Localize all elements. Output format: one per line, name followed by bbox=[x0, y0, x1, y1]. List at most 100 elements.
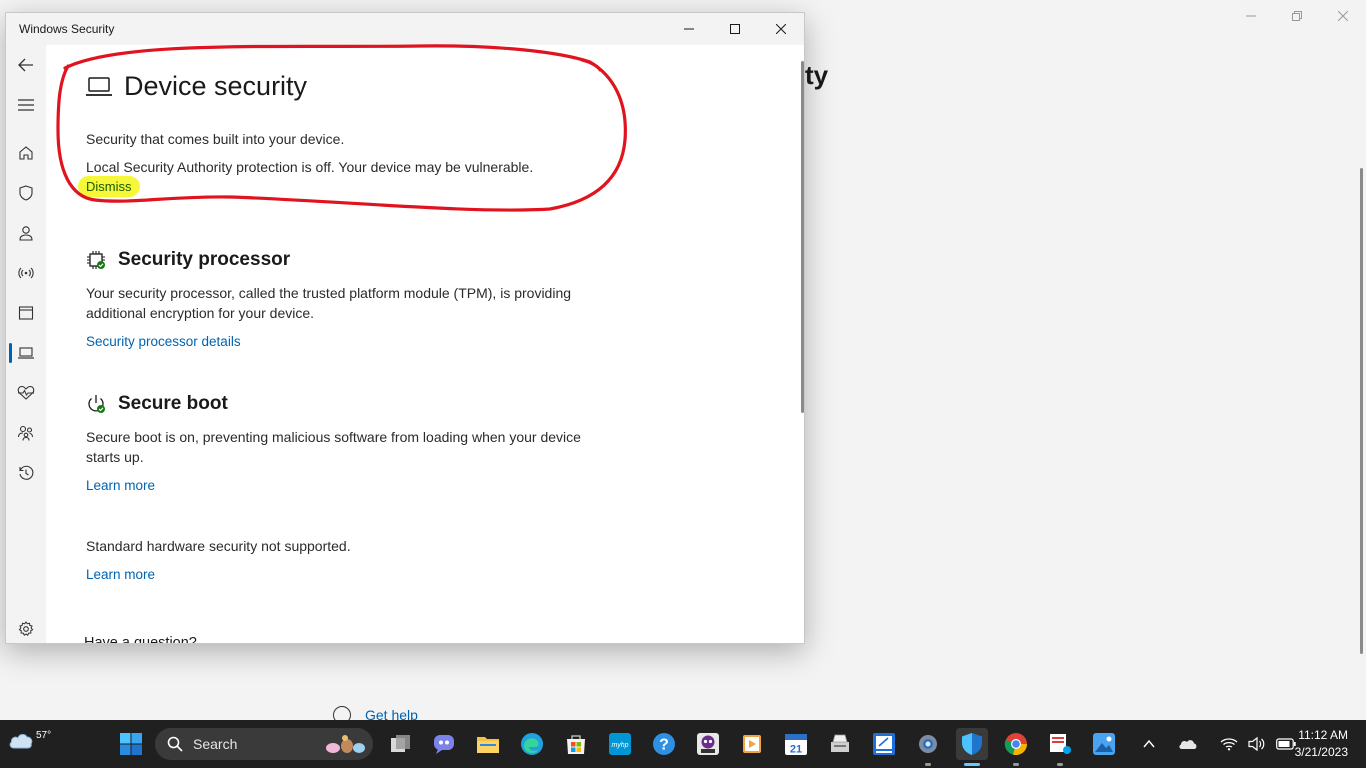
title-bar: Windows Security bbox=[6, 13, 804, 45]
weather-widget[interactable]: 57° bbox=[8, 728, 51, 752]
hardware-security-note: Standard hardware security not supported… bbox=[86, 538, 351, 554]
pen-board-icon bbox=[873, 733, 895, 755]
calendar-app[interactable]: 21 bbox=[780, 728, 812, 760]
secure-boot-description: Secure boot is on, preventing malicious … bbox=[86, 429, 581, 465]
windows-logo-icon bbox=[120, 733, 142, 755]
search-label: Search bbox=[193, 736, 238, 752]
sidebar-item-device-performance[interactable] bbox=[6, 373, 46, 413]
minimize-button[interactable] bbox=[666, 13, 712, 45]
close-icon bbox=[776, 24, 786, 34]
have-a-question-heading: Have a question? bbox=[84, 635, 197, 644]
mp3tag-app[interactable] bbox=[692, 728, 724, 760]
folder-icon bbox=[477, 737, 499, 753]
history-icon bbox=[19, 465, 34, 480]
sidebar-item-app-browser-control[interactable] bbox=[6, 293, 46, 333]
sidebar-item-firewall[interactable] bbox=[6, 253, 46, 293]
running-indicator bbox=[1057, 763, 1063, 766]
chrome-app[interactable] bbox=[1000, 728, 1032, 766]
sidebar-item-virus-protection[interactable] bbox=[6, 173, 46, 213]
window-scrollbar[interactable] bbox=[801, 61, 804, 413]
laptop-icon bbox=[18, 347, 34, 359]
onedrive-cloud-icon[interactable] bbox=[1178, 737, 1198, 751]
page-subtitle: Security that comes built into your devi… bbox=[86, 131, 345, 147]
window-title: Windows Security bbox=[19, 22, 115, 36]
page-header: Device security bbox=[86, 71, 307, 102]
secure-boot-title: Secure boot bbox=[118, 393, 228, 414]
cloud-icon bbox=[9, 734, 33, 749]
volume-icon[interactable] bbox=[1248, 736, 1266, 752]
minimize-icon bbox=[684, 28, 694, 30]
security-processor-details-link[interactable]: Security processor details bbox=[86, 334, 241, 349]
running-indicator bbox=[1013, 763, 1019, 766]
task-view-icon bbox=[391, 735, 410, 752]
active-indicator bbox=[964, 763, 980, 766]
clock[interactable]: 11:12 AM 3/21/2023 bbox=[1295, 727, 1348, 761]
dismiss-link[interactable]: Dismiss bbox=[78, 176, 140, 197]
hardware-learn-more-link[interactable]: Learn more bbox=[86, 567, 155, 582]
snipping-tool-app[interactable] bbox=[868, 728, 900, 760]
search-highlight-icon bbox=[326, 735, 365, 753]
sidebar-item-home[interactable] bbox=[6, 133, 46, 173]
security-processor-header: Security processor bbox=[86, 249, 290, 271]
hp-smart-app[interactable] bbox=[1044, 728, 1076, 766]
wifi-icon[interactable] bbox=[1220, 737, 1238, 751]
chip-check-icon bbox=[87, 251, 105, 269]
sidebar-item-family-options[interactable] bbox=[6, 413, 46, 453]
start-button[interactable] bbox=[115, 728, 147, 760]
microsoft-store-app[interactable] bbox=[560, 728, 592, 760]
maximize-button[interactable] bbox=[712, 13, 758, 45]
calendar-day: 21 bbox=[790, 744, 802, 756]
fax-app[interactable] bbox=[824, 728, 856, 760]
running-indicator bbox=[925, 763, 931, 766]
background-scrollbar[interactable] bbox=[1360, 168, 1363, 654]
settings-app[interactable] bbox=[912, 728, 944, 766]
browser-window-icon bbox=[18, 306, 34, 320]
background-page-title: ty bbox=[805, 60, 829, 90]
background-window-controls bbox=[1228, 0, 1366, 32]
sidebar-item-settings[interactable] bbox=[6, 609, 46, 643]
security-processor-title: Security processor bbox=[118, 249, 291, 270]
sidebar-item-account-protection[interactable] bbox=[6, 213, 46, 253]
sidebar bbox=[6, 45, 46, 643]
back-button[interactable] bbox=[6, 45, 46, 85]
photos-app[interactable] bbox=[1088, 728, 1120, 760]
bg-close-button[interactable] bbox=[1320, 0, 1366, 32]
sidebar-item-protection-history[interactable] bbox=[6, 453, 46, 493]
calendar-icon: 21 bbox=[785, 734, 807, 756]
search-icon bbox=[167, 736, 183, 752]
task-view-button[interactable] bbox=[385, 728, 417, 760]
edge-icon bbox=[521, 733, 543, 755]
file-explorer-app[interactable] bbox=[472, 728, 504, 760]
sidebar-item-device-security[interactable] bbox=[6, 333, 46, 373]
window-controls bbox=[666, 13, 804, 45]
secure-boot-learn-more-link[interactable]: Learn more bbox=[86, 478, 155, 493]
chat-icon bbox=[434, 735, 454, 754]
mp3-skull-icon bbox=[697, 733, 719, 755]
laptop-icon bbox=[86, 76, 112, 96]
help-question-icon: ? bbox=[653, 733, 675, 755]
close-button[interactable] bbox=[758, 13, 804, 45]
printer-doc-icon bbox=[1050, 734, 1071, 754]
store-icon bbox=[567, 735, 585, 754]
video-player-icon bbox=[743, 735, 761, 753]
family-icon bbox=[17, 425, 34, 441]
menu-button[interactable] bbox=[6, 85, 46, 125]
svg-text:?: ? bbox=[659, 737, 669, 754]
chevron-up-icon[interactable] bbox=[1142, 737, 1156, 751]
bg-minimize-button[interactable] bbox=[1228, 0, 1274, 32]
taskbar-search[interactable]: Search bbox=[155, 728, 373, 760]
gear-icon bbox=[18, 621, 34, 636]
edge-browser-app[interactable] bbox=[516, 728, 548, 760]
myhp-icon: myhp bbox=[609, 733, 631, 755]
get-help-app[interactable]: ? bbox=[648, 728, 680, 760]
main-content: Device security Security that comes buil… bbox=[46, 45, 800, 644]
page-title: Device security bbox=[124, 71, 308, 101]
media-player-app[interactable] bbox=[736, 728, 768, 760]
bg-restore-button[interactable] bbox=[1274, 0, 1320, 32]
windows-security-app[interactable] bbox=[956, 728, 988, 766]
shield-icon bbox=[19, 185, 33, 201]
chrome-icon bbox=[1004, 733, 1027, 756]
teams-chat-app[interactable] bbox=[428, 728, 460, 760]
battery-icon[interactable] bbox=[1276, 738, 1296, 750]
myhp-app[interactable]: myhp bbox=[604, 728, 636, 760]
